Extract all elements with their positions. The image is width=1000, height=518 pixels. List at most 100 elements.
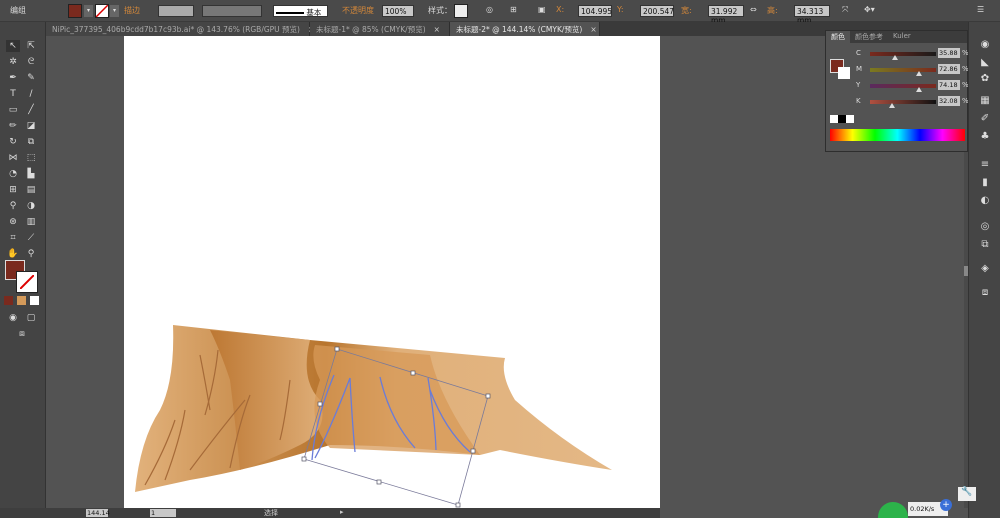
symbol-sprayer-tool-icon[interactable]: ⊛ — [6, 216, 20, 228]
shape-builder-tool-icon[interactable]: ◔ — [6, 168, 20, 180]
panel-tab-color-guide[interactable]: 颜色参考 — [850, 31, 888, 43]
channel-value-input[interactable]: 74.18 — [938, 80, 960, 90]
channel-value-input[interactable]: 32.08 — [938, 96, 960, 106]
symbols-icon[interactable]: ✿ — [978, 72, 992, 85]
tab-document-3[interactable]: 未标题-2* @ 144.14% (CMYK/预览) × — [450, 22, 600, 36]
none-mode-icon[interactable] — [30, 296, 39, 305]
zoom-input[interactable]: 144.14 — [86, 509, 110, 517]
screen-mode-icon[interactable]: ⧈ — [15, 328, 29, 340]
channel-value-input[interactable]: 35.88 — [938, 48, 960, 58]
panel-stroke-box[interactable] — [838, 67, 850, 79]
artboard[interactable] — [124, 36, 660, 510]
rotate-tool-icon[interactable]: ↻ — [6, 136, 20, 148]
stroke-swatch-none[interactable] — [95, 4, 109, 18]
transform-reference-icon[interactable]: ▣ — [538, 5, 546, 14]
color-spectrum[interactable] — [830, 129, 965, 141]
rectangle-tool-icon[interactable]: ▭ — [6, 104, 20, 116]
eyedropper-tool-icon[interactable]: ⚲ — [6, 200, 20, 212]
opacity-label[interactable]: 不透明度 — [342, 5, 374, 16]
color-mode-icon[interactable] — [4, 296, 13, 305]
white-swatch[interactable] — [846, 115, 854, 123]
drawing-mode-icon[interactable]: ◉ — [6, 312, 20, 324]
isolate-group-icon[interactable]: ✥▾ — [864, 5, 875, 14]
recolor-icon[interactable]: ◎ — [486, 5, 493, 14]
brush-profile-select[interactable]: 基本 — [273, 5, 328, 17]
graph-tool-icon[interactable]: ▥ — [24, 216, 38, 228]
close-icon[interactable]: × — [434, 25, 440, 34]
transform-icon[interactable]: ⤧ — [842, 5, 848, 15]
pencil-tool-icon[interactable]: ✏ — [6, 120, 20, 132]
type-tool-icon[interactable]: T — [6, 88, 20, 100]
blend-tool-icon[interactable]: ◑ — [24, 200, 38, 212]
stroke-color-box[interactable] — [16, 271, 38, 293]
transparency-icon[interactable]: ◐ — [978, 194, 992, 207]
channel-value-input[interactable]: 72.86 — [938, 64, 960, 74]
eraser-tool-icon[interactable]: ◪ — [24, 120, 38, 132]
slider-knob[interactable] — [889, 103, 895, 108]
gradient-mode-icon[interactable] — [17, 296, 26, 305]
color-guide-icon[interactable]: ◣ — [978, 56, 992, 69]
tab-label: NiPic_377395_406b9cdd7b17c93b.ai* @ 143.… — [52, 25, 300, 34]
plus-icon[interactable]: + — [940, 499, 952, 511]
slider-knob[interactable] — [892, 55, 898, 60]
variable-width-select[interactable] — [202, 5, 262, 17]
magic-wand-tool-icon[interactable]: ✲ — [6, 56, 20, 68]
stroke-label[interactable]: 描边 — [124, 5, 140, 16]
stroke-icon[interactable]: ≡ — [978, 158, 992, 171]
slider-knob[interactable] — [916, 87, 922, 92]
constrain-proportions-icon[interactable]: ⇔ — [750, 5, 757, 14]
y-input[interactable]: 200.547 — [640, 5, 674, 17]
line-tool-icon[interactable]: / — [24, 88, 38, 100]
x-input[interactable]: 104.995 — [578, 5, 612, 17]
selection-tool-icon[interactable]: ↖ — [6, 40, 20, 52]
perspective-grid-tool-icon[interactable]: ▙ — [24, 168, 38, 180]
scale-tool-icon[interactable]: ⧉ — [24, 136, 38, 148]
align-icon[interactable]: ⊞ — [510, 5, 517, 14]
stroke-weight-input[interactable] — [158, 5, 194, 17]
appearance-panel-icon[interactable]: ◎ — [978, 220, 992, 233]
slider-knob[interactable] — [916, 71, 922, 76]
slice-tool-icon[interactable]: ⟋ — [24, 232, 38, 244]
pen-tool-icon[interactable]: ✒ — [6, 72, 20, 84]
color-panel: 颜色 颜色参考 Kuler C 35.88% M 72.86% Y 74.18% K3… — [825, 30, 969, 152]
free-transform-tool-icon[interactable]: ⬚ — [24, 152, 38, 164]
fill-dropdown[interactable]: ▾ — [84, 5, 93, 17]
graphic-style-swatch[interactable] — [454, 4, 468, 18]
curvature-tool-icon[interactable]: ✎ — [24, 72, 38, 84]
stroke-dropdown[interactable]: ▾ — [110, 5, 119, 17]
height-input[interactable]: 34.313 mm — [794, 5, 830, 25]
gradient-icon[interactable]: ▮ — [978, 176, 992, 189]
black-swatch[interactable] — [838, 115, 846, 123]
zoom-tool-icon[interactable]: ⚲ — [24, 248, 38, 260]
status-menu-arrow-icon[interactable]: ▸ — [340, 508, 344, 516]
paintbrush-tool-icon[interactable]: ╱ — [24, 104, 38, 116]
width-tool-icon[interactable]: ⋈ — [6, 152, 20, 164]
swatches-icon[interactable]: ▦ — [978, 94, 992, 107]
none-swatch[interactable] — [830, 115, 838, 123]
graphic-styles-icon[interactable]: ♣ — [978, 130, 992, 143]
tab-document-2[interactable]: 未标题-1* @ 85% (CMYK/预览) × — [310, 22, 450, 36]
hand-tool-icon[interactable]: ✋ — [6, 248, 20, 260]
panel-tab-color[interactable]: 颜色 — [826, 31, 850, 43]
mesh-tool-icon[interactable]: ⊞ — [6, 184, 20, 196]
artboards-icon[interactable]: ⧈ — [978, 286, 992, 299]
appearance-icon[interactable]: ◉ — [978, 38, 992, 51]
panel-menu-icon[interactable]: ☰ — [977, 5, 984, 14]
width-input[interactable]: 31.992 mm — [708, 5, 744, 25]
gradient-tool-icon[interactable]: ▤ — [24, 184, 38, 196]
lasso-tool-icon[interactable]: ᘓ — [24, 56, 38, 68]
style-label: 样式： — [428, 6, 452, 15]
brushes-icon[interactable]: ✐ — [978, 112, 992, 125]
panel-tab-kuler[interactable]: Kuler — [888, 31, 916, 43]
close-icon[interactable]: × — [590, 25, 596, 34]
graphic-style-icon[interactable]: ⧉ — [978, 238, 992, 251]
draw-behind-icon[interactable]: ▢ — [24, 312, 38, 324]
fill-swatch[interactable] — [68, 4, 82, 18]
artboard-tool-icon[interactable]: ⌗ — [6, 232, 20, 244]
direct-selection-tool-icon[interactable]: ⇱ — [24, 40, 38, 52]
layers-icon[interactable]: ◈ — [978, 262, 992, 275]
opacity-input[interactable]: 100% — [382, 5, 414, 17]
artboard-number-input[interactable]: 1 — [150, 509, 176, 517]
tab-document-1[interactable]: NiPic_377395_406b9cdd7b17c93b.ai* @ 143.… — [46, 22, 314, 36]
wrench-icon[interactable]: 🔧 — [958, 487, 976, 501]
